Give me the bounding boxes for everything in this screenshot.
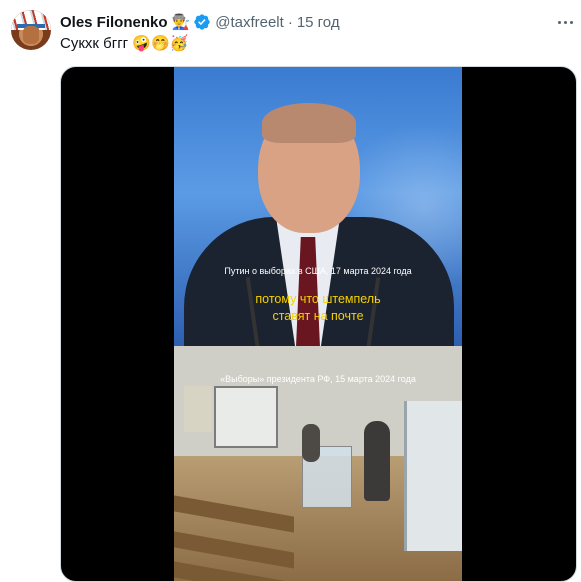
post-time[interactable]: 15 год [297, 14, 340, 31]
dot [569, 20, 573, 24]
author-name[interactable]: Oles Filonenko [60, 14, 168, 31]
video-frame-bottom: «Выборы» президента РФ, 15 марта 2024 го… [174, 346, 462, 581]
separator-dot: · [287, 13, 293, 31]
author-name-emoji: 👨‍🏭 [171, 14, 191, 31]
video-media[interactable]: Путин о выборах в США, 17 марта 2024 год… [60, 66, 577, 582]
tweet: Oles Filonenko 👨‍🏭 @taxfreelt · 15 год С… [0, 0, 581, 582]
verified-badge-icon [194, 14, 210, 30]
video-caption-top: Путин о выборах в США, 17 марта 2024 год… [224, 266, 412, 276]
author-handle[interactable]: @taxfreelt [215, 14, 284, 31]
tweet-header: Oles Filonenko 👨‍🏭 @taxfreelt · 15 год [60, 12, 340, 32]
wall-posters [184, 386, 212, 432]
whiteboard [214, 386, 278, 448]
voting-booth [404, 401, 462, 551]
avatar-face [23, 26, 39, 44]
seated-person [302, 424, 320, 462]
dot [557, 20, 561, 24]
avatar[interactable] [11, 10, 51, 50]
video-caption-bottom: «Выборы» президента РФ, 15 марта 2024 го… [220, 374, 416, 384]
standing-person [364, 421, 390, 501]
speaker-hair [262, 103, 356, 143]
subtitle-line-2: ставят на почте [272, 309, 364, 323]
tweet-text: Сукхк бггг 🤪🤭🥳 [60, 35, 189, 52]
subtitle-line-1: потому что штемпель [255, 292, 381, 306]
video-subtitle: потому что штемпель ставят на почте [174, 291, 462, 325]
video-frame-top: Путин о выборах в США, 17 марта 2024 год… [174, 67, 462, 346]
dot [563, 20, 567, 24]
more-dots-icon[interactable] [553, 12, 577, 32]
